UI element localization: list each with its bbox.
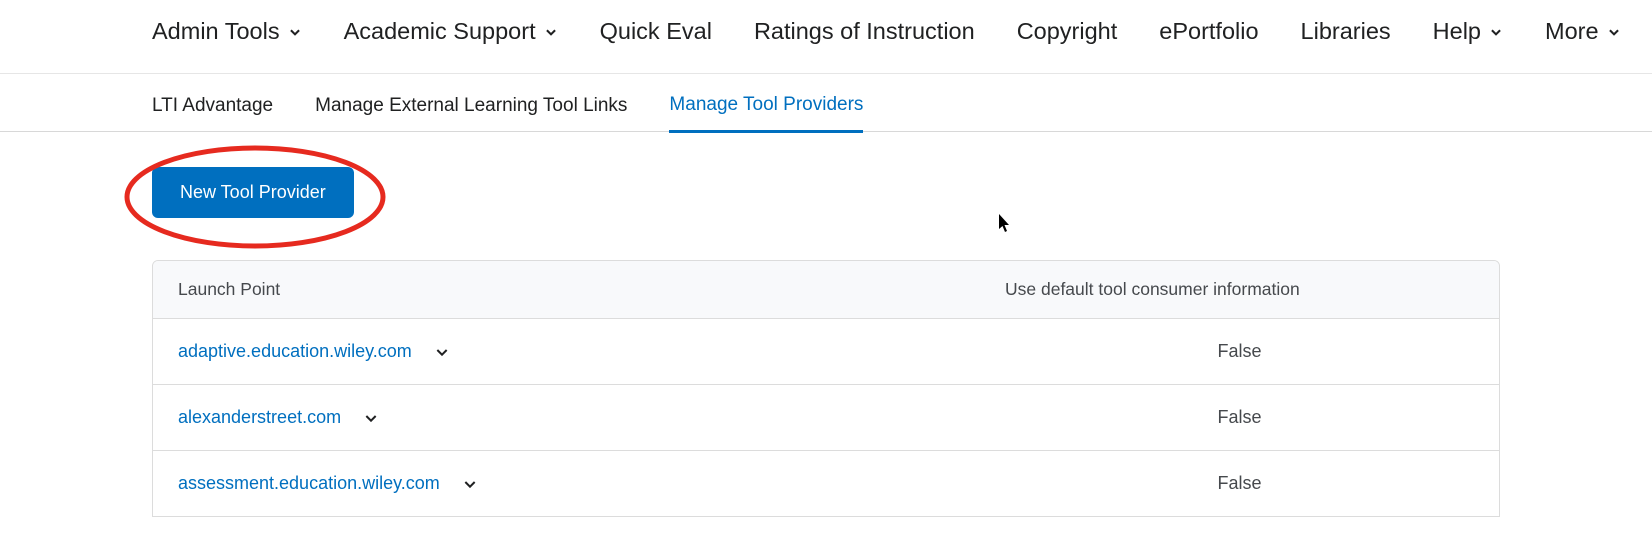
nav-item-label: Academic Support	[344, 18, 536, 45]
launch-point-link[interactable]: alexanderstreet.com	[178, 407, 341, 428]
nav-academic-support[interactable]: Academic Support	[344, 18, 558, 45]
table-row: alexanderstreet.com False	[153, 384, 1499, 450]
table-row: adaptive.education.wiley.com False	[153, 318, 1499, 384]
nav-quick-eval[interactable]: Quick Eval	[600, 18, 712, 45]
row-actions-chevron-down-icon[interactable]	[462, 476, 478, 492]
cell-use-default: False	[980, 451, 1499, 516]
content-area: New Tool Provider Launch Point Use defau…	[0, 132, 1652, 517]
row-actions-chevron-down-icon[interactable]	[434, 344, 450, 360]
nav-item-label: More	[1545, 18, 1599, 45]
nav-item-label: Copyright	[1017, 18, 1118, 45]
table-header: Launch Point Use default tool consumer i…	[153, 261, 1499, 318]
tab-lti-advantage[interactable]: LTI Advantage	[152, 95, 273, 131]
top-nav: Admin Tools Academic Support Quick Eval …	[0, 0, 1652, 74]
nav-help[interactable]: Help	[1433, 18, 1503, 45]
nav-copyright[interactable]: Copyright	[1017, 18, 1118, 45]
nav-ratings-of-instruction[interactable]: Ratings of Instruction	[754, 18, 975, 45]
chevron-down-icon	[288, 25, 302, 39]
tool-providers-table: Launch Point Use default tool consumer i…	[152, 260, 1500, 517]
tab-manage-tool-providers[interactable]: Manage Tool Providers	[669, 94, 863, 133]
chevron-down-icon	[1607, 25, 1621, 39]
nav-item-label: Quick Eval	[600, 18, 712, 45]
table-row: assessment.education.wiley.com False	[153, 450, 1499, 516]
nav-libraries[interactable]: Libraries	[1301, 18, 1391, 45]
sub-tabs: LTI Advantage Manage External Learning T…	[0, 74, 1652, 132]
nav-item-label: Libraries	[1301, 18, 1391, 45]
cell-use-default: False	[980, 319, 1499, 384]
cell-launch-point: alexanderstreet.com	[153, 385, 980, 450]
cell-launch-point: adaptive.education.wiley.com	[153, 319, 980, 384]
tab-manage-external-learning-tool-links[interactable]: Manage External Learning Tool Links	[315, 95, 627, 131]
nav-item-label: Admin Tools	[152, 18, 280, 45]
nav-item-label: Help	[1433, 18, 1481, 45]
nav-eportfolio[interactable]: ePortfolio	[1159, 18, 1258, 45]
row-actions-chevron-down-icon[interactable]	[363, 410, 379, 426]
launch-point-link[interactable]: assessment.education.wiley.com	[178, 473, 440, 494]
chevron-down-icon	[1489, 25, 1503, 39]
column-header-use-default[interactable]: Use default tool consumer information	[980, 261, 1499, 318]
launch-point-link[interactable]: adaptive.education.wiley.com	[178, 341, 412, 362]
column-header-launch-point[interactable]: Launch Point	[153, 261, 980, 318]
nav-more[interactable]: More	[1545, 18, 1621, 45]
cell-launch-point: assessment.education.wiley.com	[153, 451, 980, 516]
nav-item-label: Ratings of Instruction	[754, 18, 975, 45]
nav-admin-tools[interactable]: Admin Tools	[152, 18, 302, 45]
new-tool-provider-button[interactable]: New Tool Provider	[152, 167, 354, 218]
nav-item-label: ePortfolio	[1159, 18, 1258, 45]
chevron-down-icon	[544, 25, 558, 39]
cell-use-default: False	[980, 385, 1499, 450]
